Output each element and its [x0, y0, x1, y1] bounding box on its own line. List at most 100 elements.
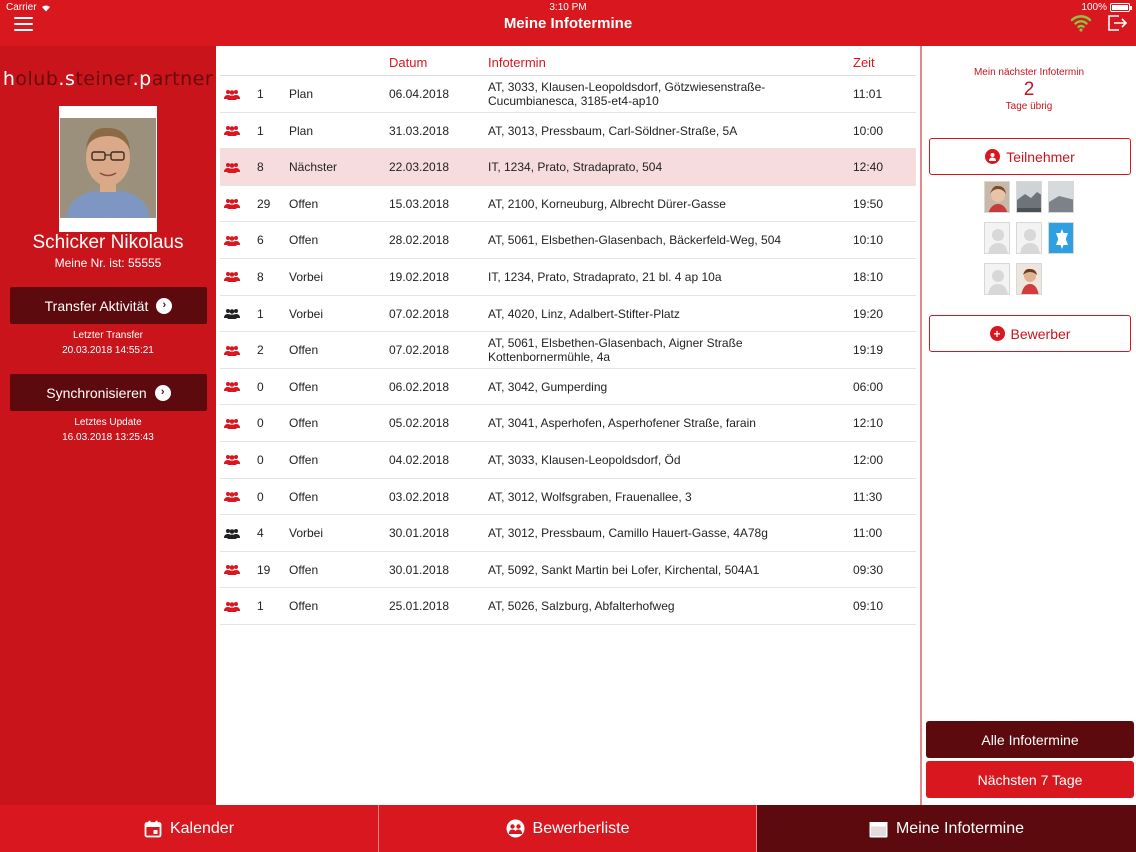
- page-title: Meine Infotermine: [503, 15, 633, 32]
- top-bar: Carrier 3:10 PM 100% Meine Infotermine: [0, 0, 1136, 46]
- header-infotermin[interactable]: Infotermin: [488, 46, 546, 80]
- time-cell: 19:50: [853, 196, 884, 211]
- time-cell: 12:00: [853, 452, 884, 467]
- status-text: Offen: [289, 562, 319, 577]
- group-icon: [224, 442, 240, 478]
- location-cell: IT, 1234, Prato, Stradaprato, 504: [488, 160, 663, 175]
- chevron-right-icon: ›: [154, 384, 171, 401]
- status-text: Offen: [289, 599, 319, 614]
- last-transfer-note: Letzter Transfer 20.03.2018 14:55:21: [0, 328, 216, 358]
- synchronize-label: Synchronisieren: [46, 384, 147, 401]
- group-icon: [224, 369, 240, 405]
- last-update-note: Letztes Update 16.03.2018 13:25:43: [0, 415, 216, 445]
- date-cell: 25.01.2018: [389, 599, 450, 614]
- table-row[interactable]: 4 Vorbei 30.01.2018 AT, 3012, Pressbaum, Ca…: [220, 515, 916, 552]
- bottom-tab-bar: Kalender Bewerberliste Meine Infotermine: [0, 805, 1136, 852]
- location-cell: AT, 5061, Elsbethen-Glasenbach, Bäckerfe…: [488, 233, 782, 248]
- calendar-full-icon: [869, 821, 888, 837]
- participant-thumb[interactable]: [1016, 263, 1042, 295]
- synchronize-button[interactable]: Synchronisieren ›: [10, 374, 207, 411]
- date-cell: 06.04.2018: [389, 87, 450, 101]
- last-update-label: Letztes Update: [74, 417, 142, 428]
- status-time: 3:10 PM: [549, 2, 587, 13]
- date-cell: 19.02.2018: [389, 269, 450, 284]
- date-cell: 07.02.2018: [389, 306, 450, 321]
- group-icon: [224, 405, 240, 441]
- table-row[interactable]: 0 Offen 06.02.2018 AT, 3042, Gumperding 06:0…: [220, 369, 916, 406]
- participant-count: 19: [257, 562, 271, 577]
- status-text: Offen: [289, 196, 319, 211]
- transfer-activity-button[interactable]: Transfer Aktivität ›: [10, 287, 207, 324]
- participant-thumb[interactable]: [1016, 181, 1042, 213]
- days-remaining-label: Tage übrig: [1005, 101, 1053, 112]
- location-cell: AT, 3012, Wolfsgraben, Frauenallee, 3: [488, 489, 692, 504]
- time-cell: 09:30: [853, 562, 884, 577]
- participant-count: 0: [257, 379, 264, 394]
- table-row[interactable]: 6 Offen 28.02.2018 AT, 5061, Elsbethen-Glas…: [220, 222, 916, 259]
- alle-infotermine-button[interactable]: Alle Infotermine: [926, 721, 1134, 758]
- location-cell: IT, 1234, Prato, Stradaprato, 21 bl. 4 a…: [488, 269, 722, 284]
- table-row[interactable]: 1 Plan 31.03.2018 AT, 3013, Pressbaum, Carl…: [220, 113, 916, 150]
- table-body: 1 Plan 06.04.2018 AT, 3033, Klausen-Leopold…: [220, 76, 916, 625]
- group-icon: [224, 113, 240, 149]
- time-cell: 18:10: [853, 269, 884, 284]
- date-cell: 30.01.2018: [389, 562, 450, 577]
- table-row[interactable]: 1 Plan 06.04.2018 AT, 3033, Klausen-Leopold…: [220, 76, 916, 113]
- header-zeit[interactable]: Zeit: [853, 46, 875, 80]
- last-transfer-value: 20.03.2018 14:55:21: [62, 345, 154, 356]
- next-appointment-label: Mein nächster Infotermin: [973, 67, 1085, 78]
- tab-meine-infotermine[interactable]: Meine Infotermine: [757, 805, 1136, 852]
- table-row[interactable]: 2 Offen 07.02.2018 AT, 5061, Elsbethen-Glas…: [220, 332, 916, 369]
- participant-thumb[interactable]: [1016, 222, 1042, 254]
- table-row[interactable]: 8 Vorbei 19.02.2018 IT, 1234, Prato, Strada…: [220, 259, 916, 296]
- location-cell: AT, 4020, Linz, Adalbert-Stifter-Platz: [488, 306, 680, 321]
- group-icon: [224, 588, 240, 624]
- status-text: Plan: [289, 87, 314, 101]
- last-transfer-label: Letzter Transfer: [72, 330, 144, 341]
- date-cell: 03.02.2018: [389, 489, 450, 504]
- tab-bewerberliste[interactable]: Bewerberliste: [379, 805, 757, 852]
- naechsten-7-tage-button[interactable]: Nächsten 7 Tage: [926, 761, 1134, 798]
- table-row[interactable]: 0 Offen 05.02.2018 AT, 3041, Asperhofen, As…: [220, 405, 916, 442]
- date-cell: 05.02.2018: [389, 416, 450, 431]
- time-cell: 11:30: [853, 489, 883, 504]
- participant-thumb[interactable]: [984, 263, 1010, 295]
- participant-count: 6: [257, 233, 264, 248]
- teilnehmer-button[interactable]: Teilnehmer: [929, 138, 1131, 175]
- profile-sidebar: holub.steiner.partner Schicker Nikolaus …: [0, 46, 216, 805]
- table-row[interactable]: 0 Offen 03.02.2018 AT, 3012, Wolfsgraben, F…: [220, 479, 916, 516]
- location-cell: AT, 3013, Pressbaum, Carl-Söldner-Straße…: [488, 123, 738, 138]
- location-cell: AT, 5026, Salzburg, Abfalterhofweg: [488, 599, 675, 614]
- location-cell: AT, 3012, Pressbaum, Camillo Hauert-Gass…: [488, 526, 768, 541]
- status-text: Vorbei: [289, 269, 324, 284]
- participant-count: 1: [257, 87, 264, 101]
- table-row[interactable]: 8 Nächster 22.03.2018 IT, 1234, Prato, Stra…: [220, 149, 916, 186]
- group-icon: [224, 186, 240, 222]
- status-text: Offen: [289, 233, 319, 248]
- table-row[interactable]: 1 Vorbei 07.02.2018 AT, 4020, Linz, Adalber…: [220, 296, 916, 333]
- participant-count: 4: [257, 526, 264, 541]
- participant-thumb[interactable]: [1048, 181, 1074, 213]
- participant-thumb[interactable]: [984, 181, 1010, 213]
- table-row[interactable]: 1 Offen 25.01.2018 AT, 5026, Salzburg, Abfa…: [220, 588, 916, 625]
- participant-count: 0: [257, 489, 264, 504]
- group-circle-icon: [506, 819, 525, 838]
- date-cell: 31.03.2018: [389, 123, 450, 138]
- time-cell: 10:00: [853, 123, 884, 138]
- status-text: Offen: [289, 379, 319, 394]
- participant-count: 8: [257, 160, 264, 175]
- company-logo: holub.steiner.partner: [2, 68, 214, 90]
- bewerber-button[interactable]: + Bewerber: [929, 315, 1131, 352]
- group-icon: [224, 76, 240, 112]
- participant-thumb[interactable]: [1048, 222, 1074, 254]
- time-cell: 19:19: [853, 343, 884, 358]
- tab-kalender[interactable]: Kalender: [0, 805, 379, 852]
- table-row[interactable]: 29 Offen 15.03.2018 AT, 2100, Korneuburg, A…: [220, 186, 916, 223]
- bewerber-label: Bewerber: [1010, 325, 1071, 342]
- location-cell: AT, 3042, Gumperding: [488, 379, 608, 394]
- participant-thumb[interactable]: [984, 222, 1010, 254]
- logout-icon[interactable]: [1106, 13, 1128, 33]
- table-row[interactable]: 19 Offen 30.01.2018 AT, 5092, Sankt Martin …: [220, 552, 916, 589]
- header-datum[interactable]: Datum: [389, 46, 427, 80]
- table-row[interactable]: 0 Offen 04.02.2018 AT, 3033, Klausen-Leopol…: [220, 442, 916, 479]
